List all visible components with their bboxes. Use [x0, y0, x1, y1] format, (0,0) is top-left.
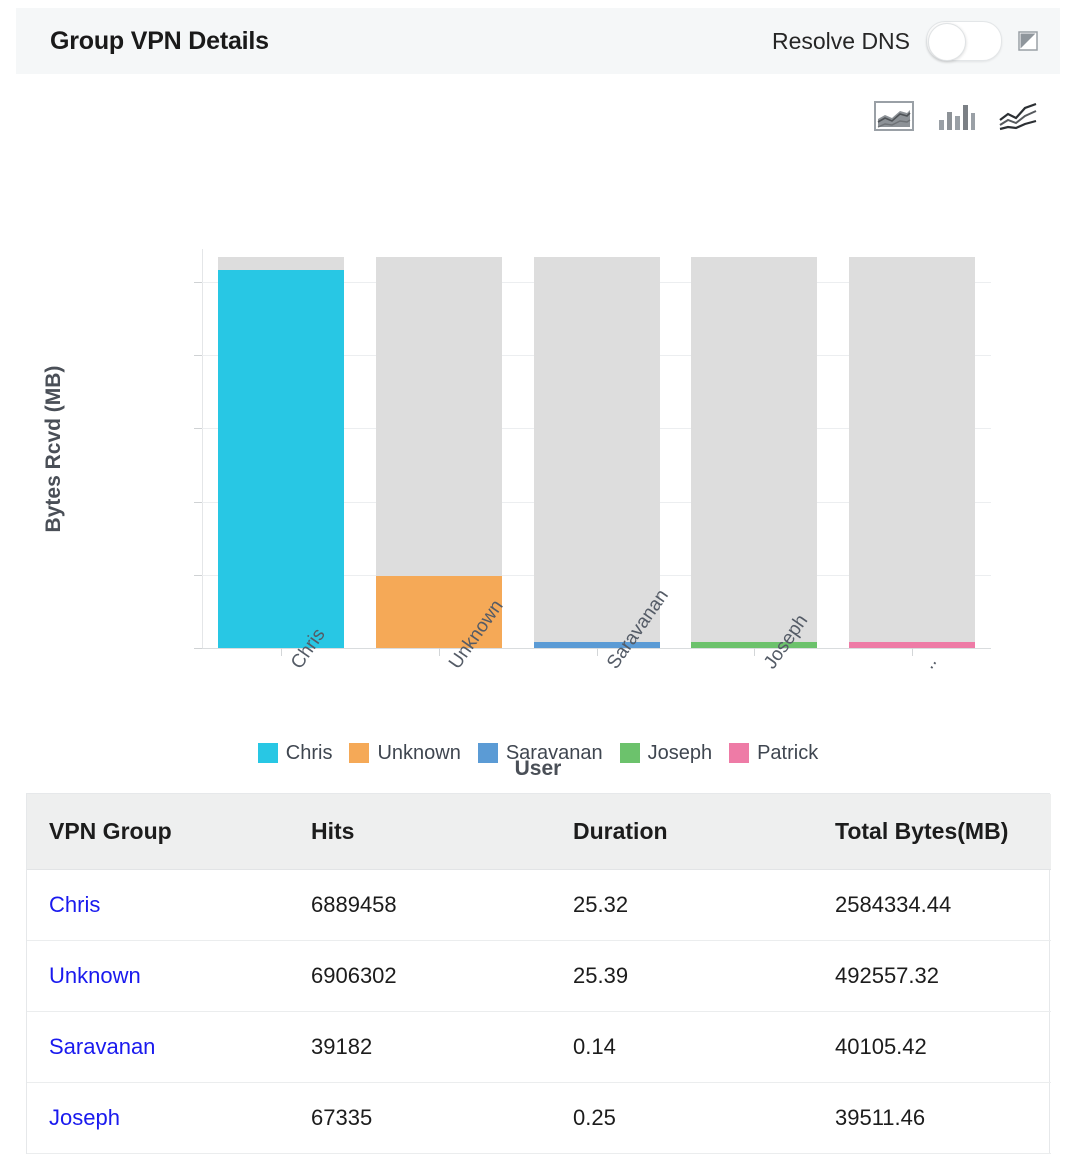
cell-vpn-group-link[interactable]: Chris [27, 869, 289, 941]
table-header-row: VPN Group Hits Duration Total Bytes(MB) [27, 794, 1051, 870]
chart-legend: Chris Unknown Saravanan Joseph Patrick [16, 736, 1060, 770]
group-vpn-details-card: Group VPN Details Resolve DNS Bytes Rcvd… [16, 8, 1060, 1154]
resolve-dns-toggle[interactable] [926, 21, 1002, 61]
bar-track [533, 257, 660, 648]
bar-column[interactable] [691, 249, 818, 648]
legend-item[interactable]: Saravanan [477, 741, 603, 765]
y-tick-mark [194, 501, 202, 503]
legend-swatch [257, 743, 278, 763]
legend-item[interactable]: Chris [257, 741, 333, 765]
vpn-group-table: VPN Group Hits Duration Total Bytes(MB) … [27, 794, 1051, 1154]
cell-total-bytes: 492557.32 [813, 940, 1051, 1012]
table-header: VPN Group Hits Duration Total Bytes(MB) [27, 794, 1051, 870]
legend-swatch [619, 743, 640, 763]
x-tick-mark [912, 648, 914, 656]
cell-hits: 6889458 [289, 869, 551, 941]
legend-swatch [729, 743, 750, 763]
cell-total-bytes: 40105.42 [813, 1011, 1051, 1083]
column-header-hits[interactable]: Hits [289, 794, 551, 870]
cell-hits: 6906302 [289, 940, 551, 1012]
column-header-vpn-group[interactable]: VPN Group [27, 794, 289, 870]
legend-label: Patrick [757, 741, 819, 764]
legend-item[interactable]: Patrick [729, 742, 818, 765]
y-tick-mark [194, 281, 202, 283]
bar-column[interactable] [533, 249, 660, 648]
vpn-details-page: Group VPN Details Resolve DNS Bytes Rcvd… [0, 0, 1076, 1174]
x-tick-mark [438, 648, 440, 656]
cell-duration: 25.39 [551, 940, 813, 1012]
legend-item[interactable]: Joseph [619, 741, 713, 765]
y-tick-mark [194, 574, 202, 576]
bar-column[interactable] [217, 249, 344, 648]
legend-label: Joseph [647, 741, 713, 764]
cell-hits: 39182 [289, 1011, 551, 1083]
cell-duration: 0.14 [551, 1011, 813, 1083]
x-tick-mark [596, 648, 598, 656]
bytes-rcvd-bar-chart: Bytes Rcvd (MB) 050000010000001500000200… [16, 74, 1060, 780]
y-axis-line [202, 249, 203, 648]
y-axis-title: Bytes Rcvd (MB) [42, 365, 65, 533]
cell-hits: 67335 [289, 1082, 551, 1154]
x-tick-label: .. [918, 652, 942, 674]
y-tick-mark [194, 355, 202, 357]
column-header-total-bytes[interactable]: Total Bytes(MB) [813, 794, 1051, 870]
cell-total-bytes: 39511.46 [813, 1082, 1051, 1154]
legend-swatch [477, 743, 498, 763]
header-controls: Resolve DNS [772, 21, 1038, 61]
resolve-dns-label: Resolve DNS [771, 27, 910, 54]
legend-swatch [349, 743, 370, 763]
plot-area: 05000001000000150000020000002500000Chris… [194, 249, 991, 673]
column-header-duration[interactable]: Duration [551, 794, 813, 870]
y-tick-mark [194, 428, 202, 430]
table-row: Joseph 67335 0.25 39511.46 [27, 1082, 1051, 1154]
x-tick-mark [280, 648, 282, 656]
cell-duration: 0.25 [551, 1082, 813, 1154]
legend-label: Unknown [377, 741, 461, 764]
toggle-knob [928, 23, 966, 61]
bar-track [849, 257, 976, 648]
bar-chris[interactable] [217, 269, 344, 648]
table-row: Saravanan 39182 0.14 40105.42 [27, 1011, 1051, 1083]
card-header: Group VPN Details Resolve DNS [16, 8, 1060, 74]
bar-track [691, 257, 818, 648]
table-body: Chris 6889458 25.32 2584334.44 Unknown 690630… [27, 869, 1051, 1154]
cell-duration: 25.32 [551, 869, 813, 941]
cell-total-bytes: 2584334.44 [813, 869, 1051, 941]
resize-corner-icon[interactable] [1018, 31, 1038, 51]
cell-vpn-group-link[interactable]: Saravanan [27, 1011, 289, 1083]
y-tick-mark [194, 648, 202, 649]
table-row: Chris 6889458 25.32 2584334.44 [27, 869, 1051, 941]
legend-label: Chris [285, 741, 333, 764]
vpn-group-table-container: VPN Group Hits Duration Total Bytes(MB) … [26, 793, 1051, 1154]
bar-column[interactable] [375, 249, 502, 648]
legend-item[interactable]: Unknown [349, 741, 461, 765]
page-title: Group VPN Details [50, 26, 269, 55]
x-tick-mark [754, 648, 756, 656]
bar-column[interactable] [849, 249, 976, 648]
table-row: Unknown 6906302 25.39 492557.32 [27, 940, 1051, 1012]
cell-vpn-group-link[interactable]: Unknown [27, 940, 289, 1012]
cell-vpn-group-link[interactable]: Joseph [27, 1082, 289, 1154]
legend-label: Saravanan [505, 741, 603, 764]
